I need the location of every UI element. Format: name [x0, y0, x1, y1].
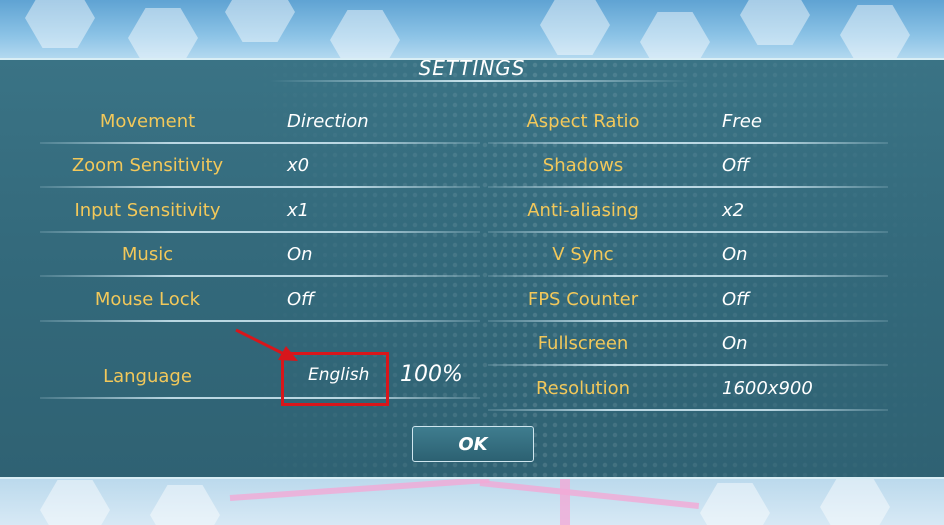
setting-value[interactable]: Off: [287, 289, 314, 310]
setting-value[interactable]: Direction: [287, 111, 369, 132]
setting-label: Anti-aliasing: [527, 199, 639, 221]
setting-row-input-sensitivity[interactable]: Input Sensitivity x1: [40, 189, 480, 233]
setting-label: Input Sensitivity: [74, 199, 221, 221]
title-divider: [270, 80, 690, 82]
setting-label: Fullscreen: [537, 332, 629, 354]
setting-value[interactable]: Off: [722, 155, 749, 176]
row-divider: [40, 397, 480, 399]
setting-row-movement[interactable]: Movement Direction: [40, 100, 480, 144]
row-divider: [488, 275, 888, 277]
pink-beam: [560, 475, 570, 525]
hex-tile: [330, 10, 400, 60]
setting-row-aspect-ratio[interactable]: Aspect Ratio Free: [488, 100, 888, 144]
setting-label: Shadows: [542, 154, 624, 176]
setting-row-shadows[interactable]: Shadows Off: [488, 144, 888, 188]
setting-row-mouse-lock[interactable]: Mouse Lock Off: [40, 278, 480, 322]
language-value[interactable]: English: [308, 365, 369, 385]
setting-value[interactable]: Off: [722, 289, 749, 310]
hex-tile: [540, 0, 610, 55]
hex-tile: [820, 477, 890, 525]
row-divider: [488, 409, 888, 411]
setting-label: Movement: [99, 110, 196, 132]
hex-tile: [740, 0, 810, 45]
setting-label: Aspect Ratio: [526, 110, 640, 132]
setting-value[interactable]: x0: [287, 155, 309, 176]
setting-value[interactable]: x1: [287, 200, 309, 221]
setting-value[interactable]: On: [722, 244, 748, 265]
hex-tile: [700, 483, 770, 525]
setting-row-zoom-sensitivity[interactable]: Zoom Sensitivity x0: [40, 144, 480, 188]
row-divider: [40, 275, 480, 277]
setting-value[interactable]: Free: [722, 111, 762, 132]
hex-tile: [128, 8, 198, 60]
hex-tile: [40, 480, 110, 525]
setting-label: Resolution: [535, 377, 631, 399]
hex-tile: [25, 0, 95, 48]
setting-value[interactable]: On: [287, 244, 313, 265]
setting-row-anti-aliasing[interactable]: Anti-aliasing x2: [488, 189, 888, 233]
setting-row-resolution[interactable]: Resolution 1600x900: [488, 367, 888, 411]
setting-value[interactable]: On: [722, 333, 748, 354]
pink-beam: [479, 480, 700, 509]
setting-label: Music: [121, 243, 174, 265]
setting-row-v-sync[interactable]: V Sync On: [488, 233, 888, 277]
hex-tile: [150, 485, 220, 525]
setting-label: FPS Counter: [527, 288, 639, 310]
row-divider: [40, 320, 480, 322]
hex-tile: [640, 12, 710, 60]
hex-tile: [225, 0, 295, 42]
setting-label: Language: [103, 365, 192, 387]
setting-value[interactable]: x2: [722, 200, 744, 221]
row-divider: [40, 186, 480, 188]
language-progress: 100%: [400, 362, 463, 387]
setting-row-music[interactable]: Music On: [40, 233, 480, 277]
setting-label: Mouse Lock: [94, 288, 201, 310]
row-divider: [488, 364, 888, 366]
arrow-icon: [235, 328, 298, 361]
row-divider: [488, 186, 888, 188]
hex-tile: [840, 5, 910, 60]
pink-beam: [229, 476, 490, 501]
background-top: [0, 0, 944, 60]
setting-value[interactable]: 1600x900: [722, 378, 813, 399]
ok-button[interactable]: OK: [412, 426, 534, 462]
setting-label: Zoom Sensitivity: [71, 154, 224, 176]
page-title: SETTINGS: [418, 58, 526, 80]
background-bottom: [0, 475, 944, 525]
settings-panel: SETTINGS Movement Direction Zoom Sensiti…: [0, 58, 944, 479]
setting-row-fps-counter[interactable]: FPS Counter Off: [488, 278, 888, 322]
setting-label: V Sync: [552, 243, 614, 265]
setting-row-fullscreen[interactable]: Fullscreen On: [488, 322, 888, 366]
